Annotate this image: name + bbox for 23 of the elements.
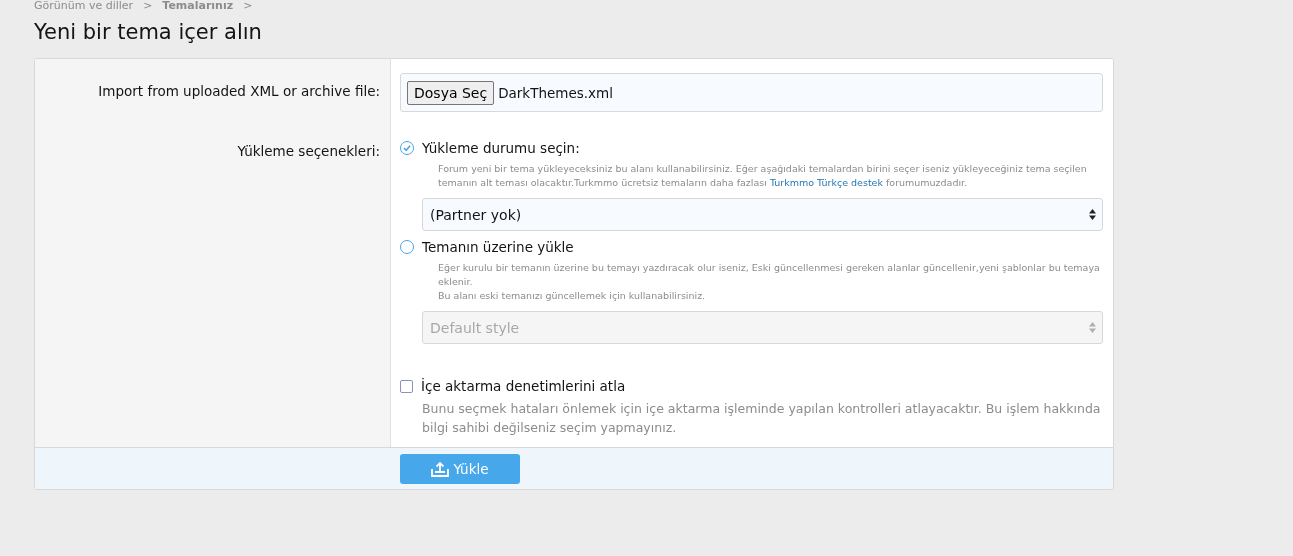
select-dropdown[interactable]: (Partner yok) [422,198,1103,231]
breadcrumb-separator: > [243,0,253,11]
sort-arrows-icon [1089,209,1096,220]
option-label[interactable]: Temanın üzerine yükle [422,239,574,255]
checkbox[interactable] [400,379,413,393]
field-label: Yükleme seçenekleri: [237,143,380,159]
hint-text: Forum yeni bir tema yükleyeceksiniz bu alanı kullanabilirsiniz. Eğer aşağıdaki temalardan birini seçer iseniz yükleyeceğiniz tema seçilen temanın alt teması olacaktır.Turkmmo ücretsiz temaların daha fazlası Turkmmo Türkçe destek forumumuzdadır. [438,162,1088,190]
select-dropdown: Default style [422,311,1103,344]
file-name: DarkThemes.xml [498,84,613,101]
choose-file-button[interactable]: Dosya Seç [407,80,495,105]
sort-arrows-icon [1089,322,1096,333]
upload-icon [431,460,450,477]
checkbox-label[interactable]: İçe aktarma denetimlerini atla [421,378,626,394]
breadcrumb-separator: > [143,0,153,11]
hint-text: Eğer kurulu bir temanın üzerine bu temayı yazdıracak olur iseniz, Eski güncellenmesi gereken alanlar güncellenir,yeni şablonlar bu temaya eklenir. [438,261,1101,289]
field-label: Import from uploaded XML or archive file: [98,83,380,99]
hint-text: Bu alanı eski temanızı güncellemek için kullanabilirsiniz. [438,289,707,303]
hint-text: Bunu seçmek hataları önlemek için içe aktarma işleminde yapılan kontrolleri atlayacaktır. Bu işlem hakkında bilgi sahibi değilseniz seçim yapmayınız. [421,400,1102,437]
option-label[interactable]: Yükleme durumu seçin: [422,140,580,156]
forum-link[interactable]: Turkmmo Türkçe destek [769,177,883,188]
file-input-field[interactable]: Dosya Seç DarkThemes.xml [400,73,1103,112]
checkmark-icon [402,143,412,153]
page-title: Yeni bir tema içer alın [34,19,263,45]
